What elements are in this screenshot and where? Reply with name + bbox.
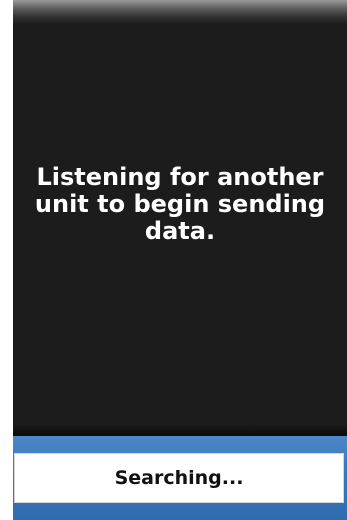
status-box: Searching... [14,453,344,503]
listening-message: Listening for another unit to begin send… [34,163,326,245]
status-text: Searching... [114,467,244,489]
message-area: Listening for another unit to begin send… [13,24,347,424]
bottom-shadow [13,424,347,436]
top-gradient-bar [13,0,347,24]
device-screen: Listening for another unit to begin send… [13,0,347,520]
device-frame: Listening for another unit to begin send… [0,0,347,520]
